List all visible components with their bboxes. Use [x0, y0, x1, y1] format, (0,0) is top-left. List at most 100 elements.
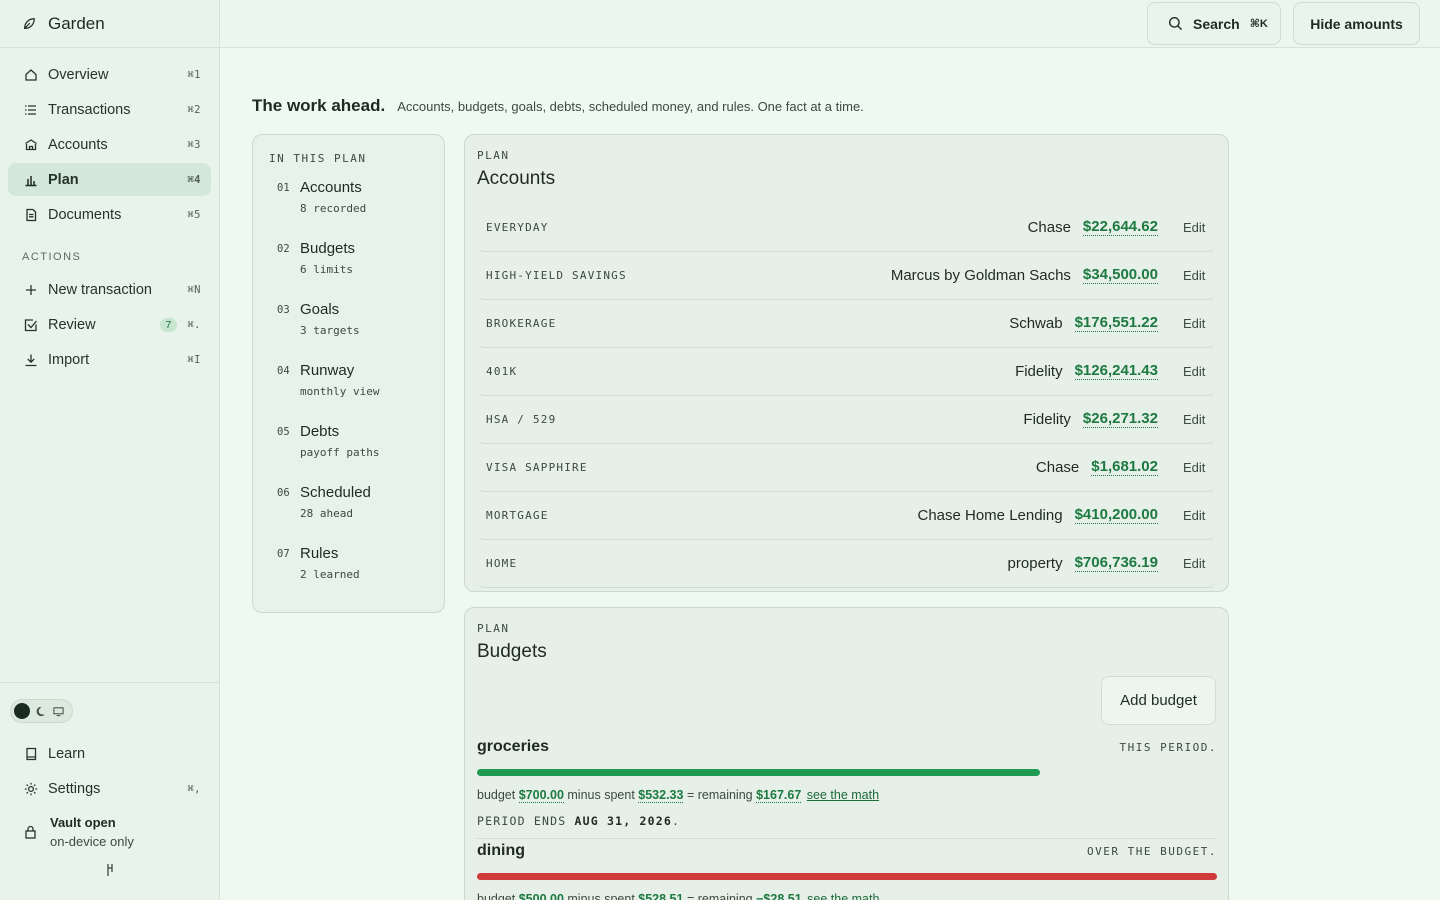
search-button[interactable]: Search ⌘K	[1147, 2, 1281, 45]
remaining-amount[interactable]: $167.67	[756, 788, 802, 803]
learn-link[interactable]: Learn	[8, 737, 211, 770]
moon-icon[interactable]	[35, 705, 47, 717]
hide-amounts-button[interactable]: Hide amounts	[1293, 2, 1420, 45]
brand[interactable]: Garden	[0, 0, 219, 48]
account-type: HOME	[486, 557, 518, 570]
vault-status[interactable]: Vault open on-device only	[0, 807, 219, 849]
shortcut-hint: ⌘2	[187, 103, 201, 116]
toc-item-goals[interactable]: 03 Goals 3 targets	[253, 301, 444, 362]
bar-chart-icon	[24, 173, 38, 187]
edit-account-button[interactable]: Edit	[1183, 316, 1207, 331]
remaining-amount[interactable]: −$28.51	[756, 892, 802, 900]
account-row: BROKERAGE Schwab $176,551.22 Edit	[478, 300, 1215, 348]
toc-number: 02	[277, 243, 290, 255]
see-the-math-link[interactable]: see the math	[807, 788, 879, 802]
toc-item-debts[interactable]: 05 Debts payoff paths	[253, 423, 444, 484]
budget-name: groceries	[477, 738, 550, 755]
nav-label: Documents	[48, 206, 122, 223]
account-type: HSA / 529	[486, 413, 557, 426]
shortcut-hint: ⌘I	[187, 353, 201, 366]
math-word: budget	[477, 788, 516, 802]
plan-toc: IN THIS PLAN 01 Accounts 8 recorded 02 Budge…	[252, 134, 445, 613]
shortcut-hint: ⌘5	[187, 208, 201, 221]
add-budget-button[interactable]: Add budget	[1101, 676, 1216, 725]
nav-item-transactions[interactable]: Transactions ⌘2	[8, 93, 211, 126]
nav-item-overview[interactable]: Overview ⌘1	[8, 58, 211, 91]
toc-meta: 8 recorded	[300, 202, 367, 215]
account-balance[interactable]: $176,551.22	[1074, 315, 1158, 332]
edit-account-button[interactable]: Edit	[1183, 268, 1207, 283]
page-intro: The work ahead. Accounts, budgets, goals…	[252, 96, 864, 116]
sidebar-collapse-handle[interactable]	[0, 863, 219, 880]
account-type: HIGH-YIELD SAVINGS	[486, 269, 627, 282]
account-balance[interactable]: $22,644.62	[1082, 219, 1158, 236]
toc-meta: 28 ahead	[300, 507, 353, 520]
account-row: HOME property $706,736.19 Edit	[478, 540, 1215, 588]
vault-title: Vault open	[50, 815, 116, 830]
app-name: Garden	[48, 13, 105, 33]
edit-account-button[interactable]: Edit	[1183, 364, 1207, 379]
edit-account-button[interactable]: Edit	[1183, 412, 1207, 427]
review-button[interactable]: Review 7 ⌘.	[8, 308, 211, 341]
actions-label: ACTIONS	[22, 251, 82, 263]
account-balance[interactable]: $126,241.43	[1074, 363, 1158, 380]
spent-amount[interactable]: $528.51	[638, 892, 683, 900]
document-icon	[24, 208, 38, 222]
see-the-math-link[interactable]: see the math	[807, 892, 879, 900]
plus-icon	[24, 283, 38, 297]
toc-meta: monthly view	[300, 385, 380, 398]
sidebar: Garden Overview ⌘1 Transactions ⌘2 Accou…	[0, 0, 220, 900]
budget-amount[interactable]: $700.00	[518, 788, 564, 803]
account-balance[interactable]: $34,500.00	[1082, 267, 1158, 284]
collapse-icon	[106, 864, 113, 876]
page-subtitle: Accounts, budgets, goals, debts, schedul…	[397, 99, 864, 114]
budget-amount[interactable]: $500.00	[519, 892, 564, 900]
budget-status: THIS PERIOD.	[1119, 741, 1217, 754]
nav-item-accounts[interactable]: Accounts ⌘3	[8, 128, 211, 161]
toc-meta: 6 limits	[300, 263, 353, 276]
account-balance[interactable]: $26,271.32	[1082, 411, 1158, 428]
import-button[interactable]: Import ⌘I	[8, 343, 211, 376]
edit-account-button[interactable]: Edit	[1183, 556, 1207, 571]
toc-item-budgets[interactable]: 02 Budgets 6 limits	[253, 240, 444, 301]
period-date: AUG 31, 2026	[574, 814, 672, 828]
account-type: MORTGAGE	[486, 509, 549, 522]
budget-progress-fill	[477, 769, 1041, 776]
nav-item-plan[interactable]: Plan ⌘4	[8, 163, 211, 196]
learn-label: Learn	[48, 745, 86, 762]
toc-item-scheduled[interactable]: 06 Scheduled 28 ahead	[253, 484, 444, 545]
toc-name: Rules	[300, 545, 339, 562]
settings-link[interactable]: Settings ⌘,	[8, 772, 211, 805]
vault-subtitle: on-device only	[50, 834, 134, 849]
theme-toggle[interactable]	[10, 699, 73, 723]
dark-mode-dot[interactable]	[14, 703, 30, 719]
budget-dining: dining OVER THE BUDGET. budget $500.00 m…	[477, 842, 1217, 900]
action-label: Import	[48, 351, 90, 368]
edit-account-button[interactable]: Edit	[1183, 508, 1207, 523]
account-balance[interactable]: $1,681.02	[1091, 459, 1158, 476]
toc-item-runway[interactable]: 04 Runway monthly view	[253, 362, 444, 423]
bank-icon	[24, 138, 38, 152]
edit-account-button[interactable]: Edit	[1183, 460, 1207, 475]
shortcut-hint: ⌘4	[187, 173, 201, 186]
toc-name: Accounts	[300, 179, 362, 196]
math-word: = remaining	[686, 892, 753, 900]
edit-account-button[interactable]: Edit	[1183, 220, 1207, 235]
account-type: BROKERAGE	[486, 317, 557, 330]
new-transaction-button[interactable]: New transaction ⌘N	[8, 273, 211, 306]
account-balance[interactable]: $706,736.19	[1074, 555, 1158, 572]
shortcut-hint: ⌘3	[187, 138, 201, 151]
toc-number: 06	[277, 487, 290, 499]
monitor-icon[interactable]	[52, 705, 64, 717]
toc-item-accounts[interactable]: 01 Accounts 8 recorded	[253, 179, 444, 240]
card-title: Accounts	[477, 168, 556, 189]
search-icon	[1168, 16, 1183, 31]
toc-number: 05	[277, 426, 290, 438]
account-balance[interactable]: $410,200.00	[1074, 507, 1158, 524]
budget-name: dining	[477, 842, 525, 859]
card-kicker: PLAN	[477, 622, 510, 635]
gear-icon	[24, 782, 38, 796]
toc-item-rules[interactable]: 07 Rules 2 learned	[253, 545, 444, 606]
spent-amount[interactable]: $532.33	[638, 788, 684, 803]
nav-item-documents[interactable]: Documents ⌘5	[8, 198, 211, 231]
